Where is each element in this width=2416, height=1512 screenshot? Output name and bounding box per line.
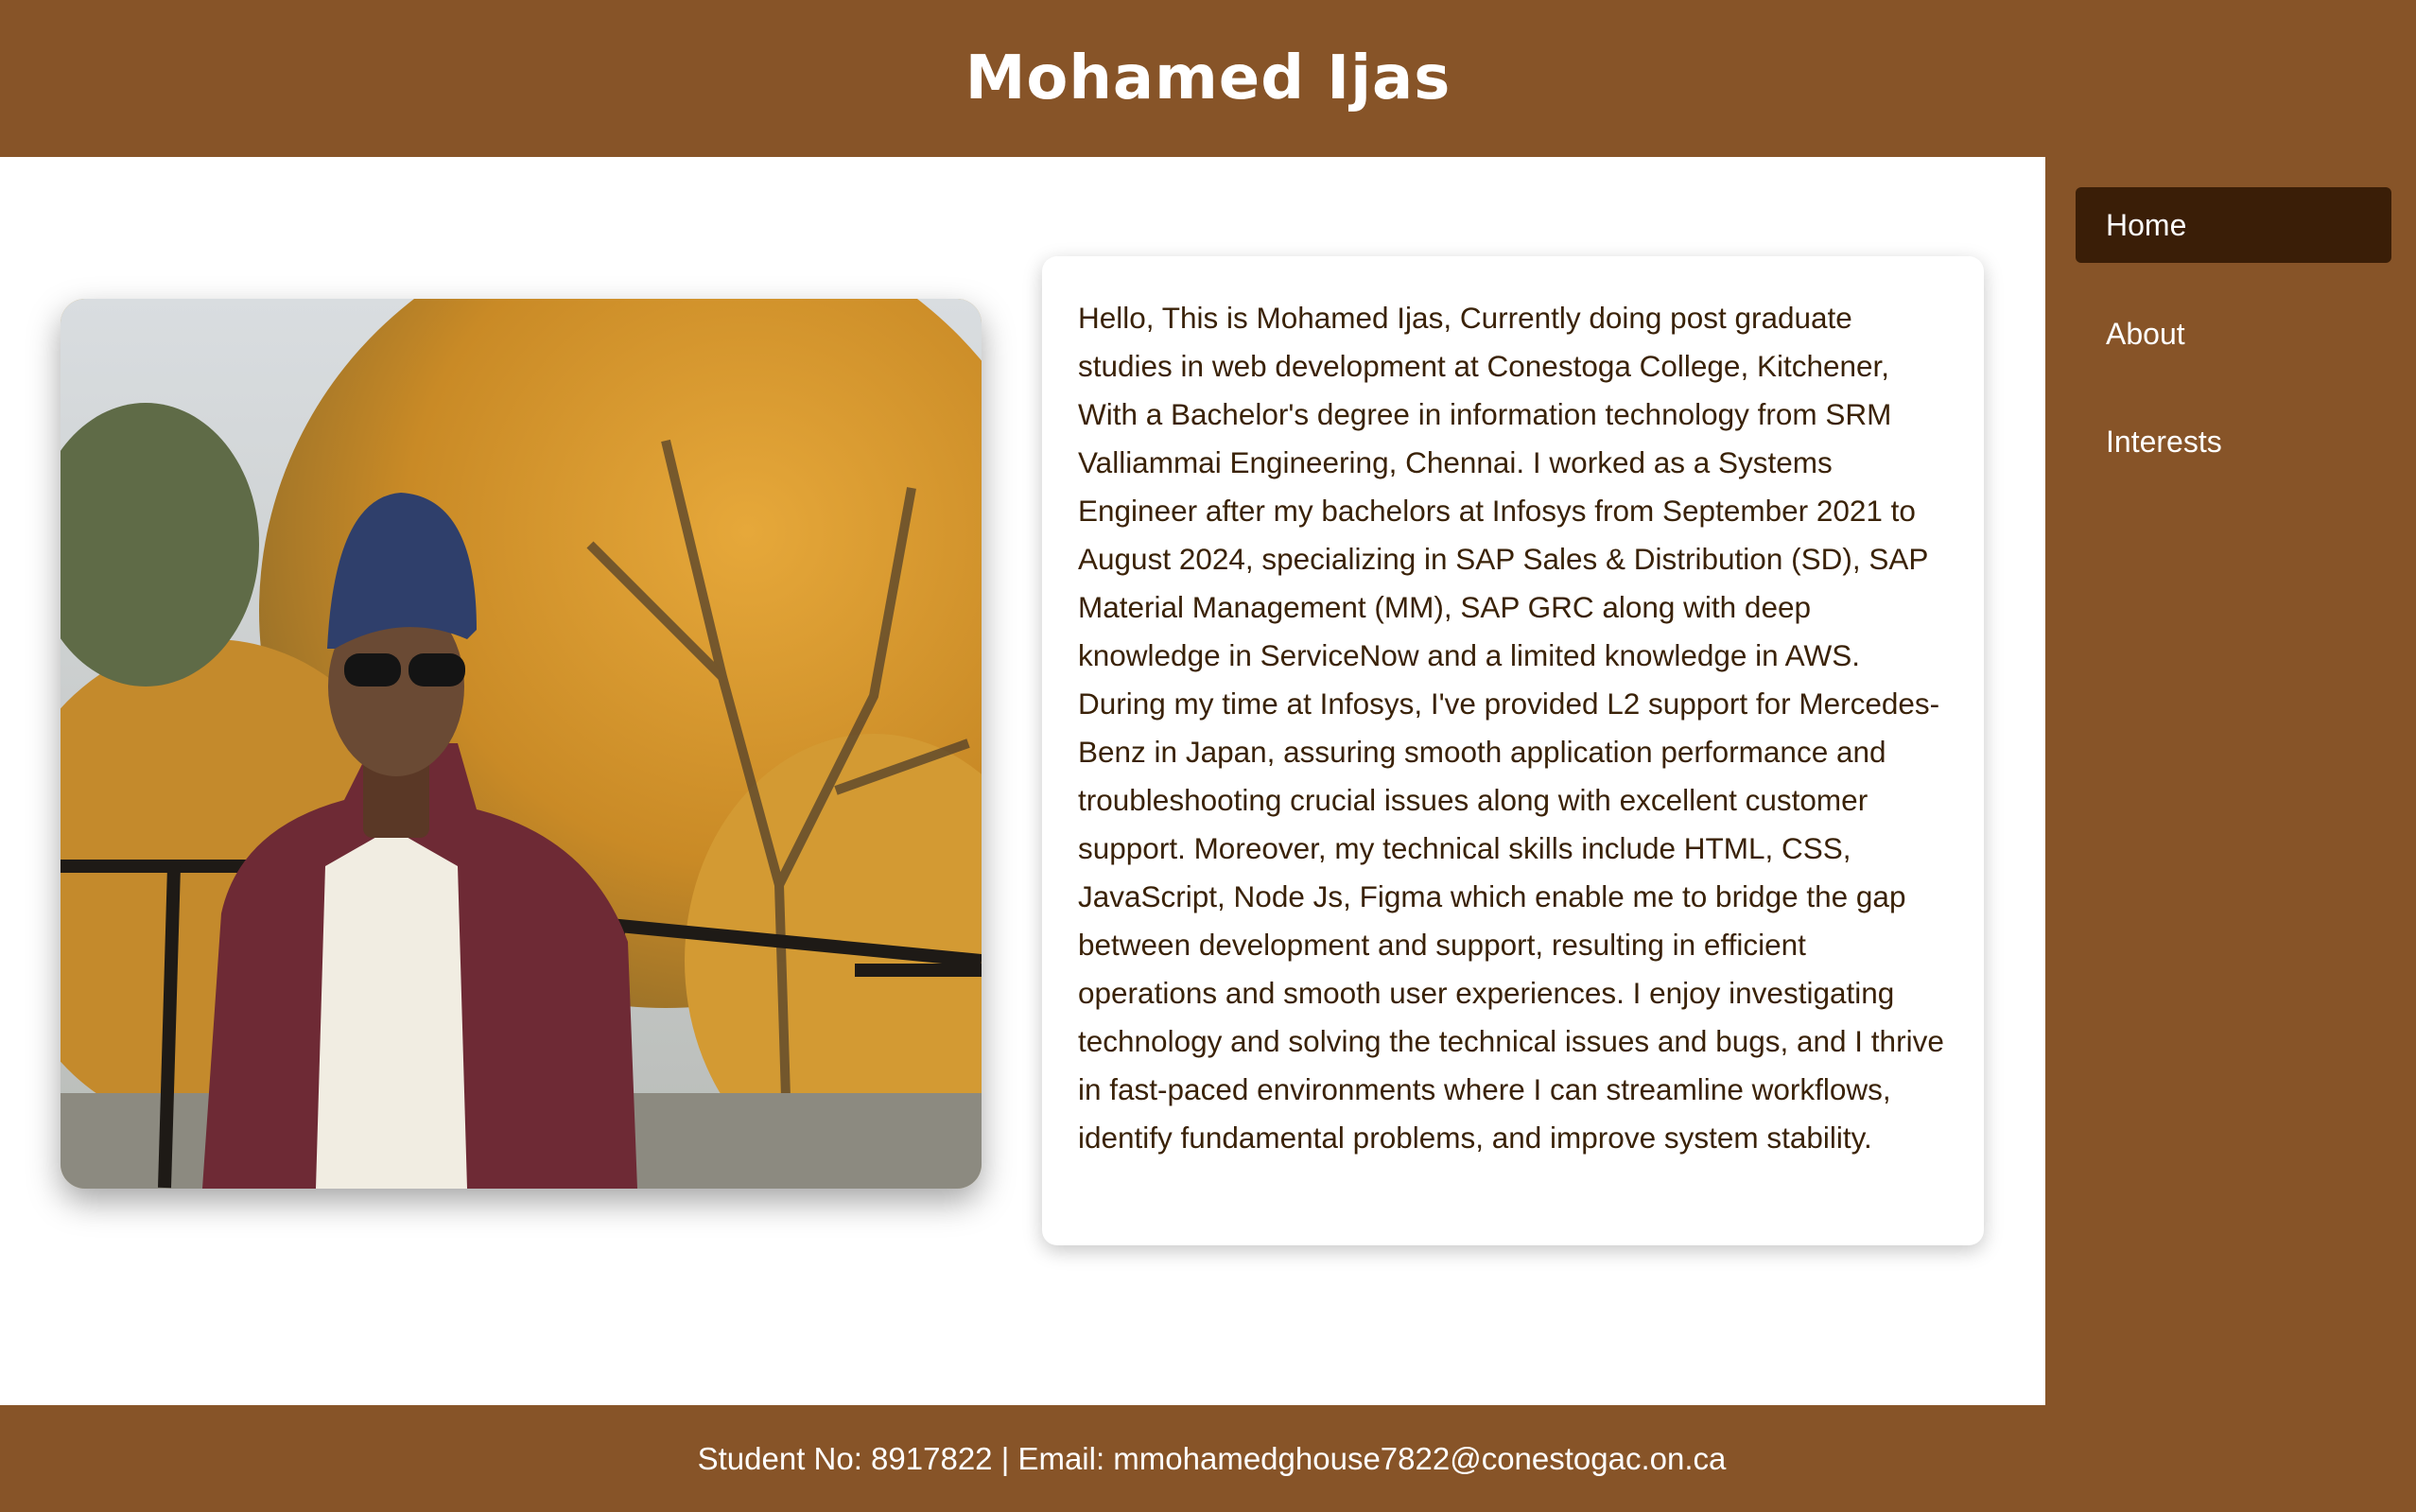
page-title: Mohamed Ijas	[965, 43, 1451, 113]
profile-photo	[61, 299, 982, 1189]
nav-item-interests[interactable]: Interests	[2076, 404, 2391, 479]
site-footer: Student No: 8917822 | Email: mmohamedgho…	[0, 1405, 2416, 1512]
nav-item-about[interactable]: About	[2076, 296, 2391, 372]
about-text: Hello, This is Mohamed Ijas, Currently d…	[1078, 301, 1944, 1155]
nav-item-home[interactable]: Home	[2076, 187, 2391, 263]
footer-contact-text: Student No: 8917822 | Email: mmohamedgho…	[697, 1440, 1727, 1476]
about-card: Hello, This is Mohamed Ijas, Currently d…	[1042, 256, 1984, 1245]
main-content: Hello, This is Mohamed Ijas, Currently d…	[0, 157, 2045, 1405]
profile-photo-illustration	[61, 299, 982, 1189]
sidebar-nav: Home About Interests	[2045, 157, 2416, 1405]
site-header: Mohamed Ijas	[0, 0, 2416, 157]
